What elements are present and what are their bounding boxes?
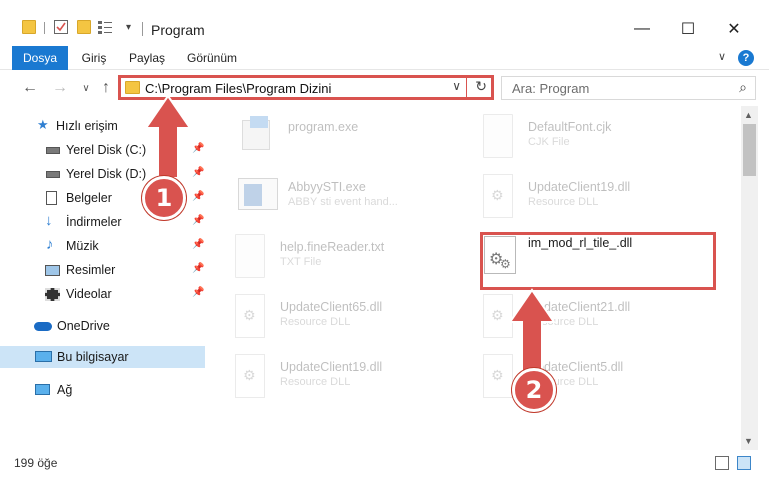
annotation-layer [144, 94, 556, 373]
step-badge-1: 1 [142, 176, 186, 220]
arrow-up-icon [144, 94, 192, 179]
step-badge-2: 2 [512, 368, 556, 412]
arrow-up-icon [508, 288, 556, 373]
